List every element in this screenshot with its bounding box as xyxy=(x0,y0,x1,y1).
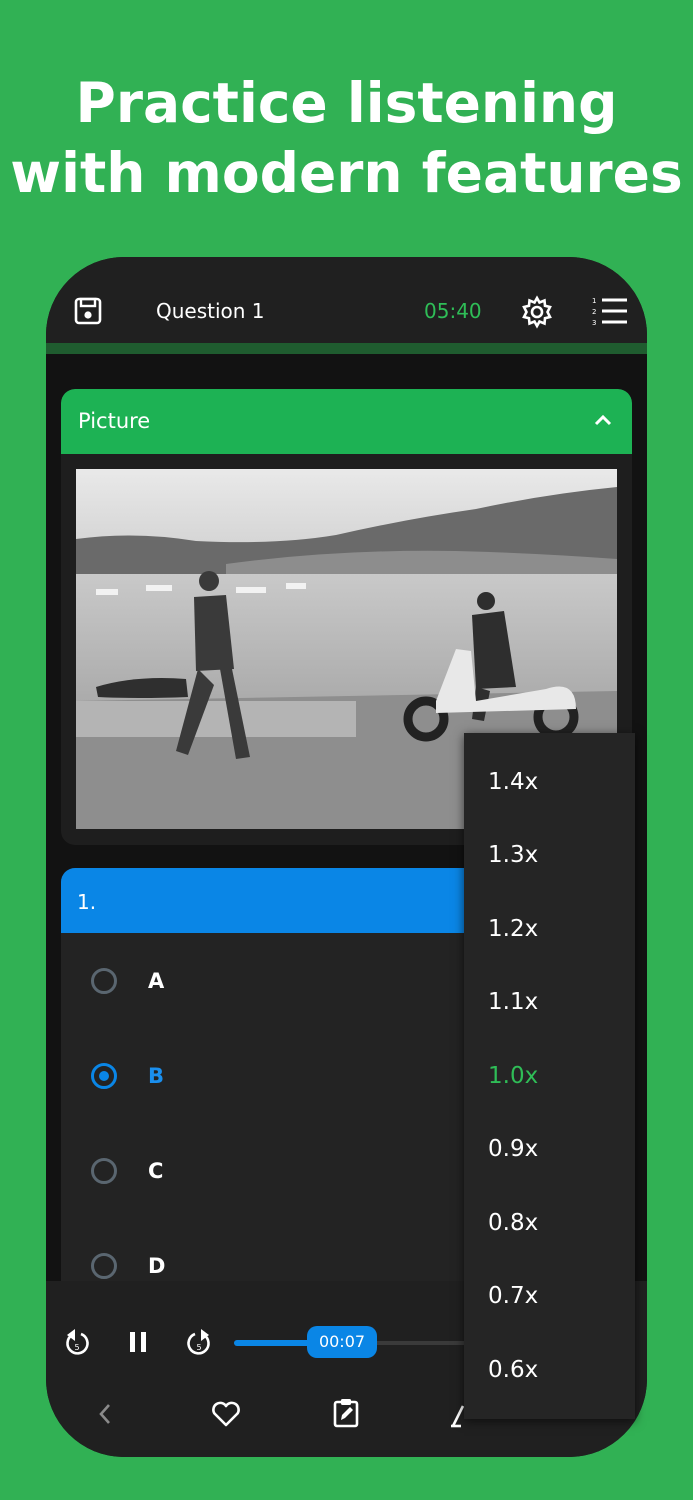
option-a[interactable]: A xyxy=(91,965,391,1005)
countdown-timer: 05:40 xyxy=(424,299,482,323)
svg-text:3: 3 xyxy=(592,319,596,327)
top-divider xyxy=(46,343,647,354)
question-title: Question 1 xyxy=(156,299,265,323)
numbered-list-icon[interactable]: 1 2 3 xyxy=(590,294,630,328)
forward-seconds-label: 5 xyxy=(196,1343,201,1352)
option-label: A xyxy=(148,969,165,993)
headline-line-2: with modern features xyxy=(10,141,683,205)
chevron-left-icon[interactable] xyxy=(90,1399,120,1429)
playback-speed-menu: 1.4x 1.3x 1.2x 1.1x 1.0x 0.9x 0.8x 0.7x … xyxy=(464,733,635,1419)
headline: Practice listening with modern features xyxy=(0,68,693,208)
save-icon[interactable] xyxy=(72,295,104,327)
speed-option-1-2x[interactable]: 1.2x xyxy=(488,916,538,942)
speed-option-0-8x[interactable]: 0.8x xyxy=(488,1210,538,1236)
top-bar: Question 1 05:40 1 2 3 xyxy=(46,257,647,354)
speed-option-1-4x[interactable]: 1.4x xyxy=(488,769,538,795)
replay-seconds-label: 5 xyxy=(74,1343,79,1352)
radio-icon[interactable] xyxy=(91,968,117,994)
gear-icon[interactable] xyxy=(519,294,555,330)
svg-text:1: 1 xyxy=(592,297,596,305)
picture-card-label: Picture xyxy=(78,409,151,433)
speed-option-0-7x[interactable]: 0.7x xyxy=(488,1283,538,1309)
option-label: B xyxy=(148,1064,165,1088)
speed-option-1-3x[interactable]: 1.3x xyxy=(488,842,538,868)
radio-icon[interactable] xyxy=(91,1158,117,1184)
svg-text:2: 2 xyxy=(592,308,596,316)
speed-option-0-9x[interactable]: 0.9x xyxy=(488,1136,538,1162)
option-label: D xyxy=(148,1254,166,1278)
option-b[interactable]: B xyxy=(91,1060,391,1100)
replay-5-icon[interactable]: 5 xyxy=(62,1327,92,1359)
current-time-badge[interactable]: 00:07 xyxy=(307,1326,377,1358)
picture-card-header[interactable]: Picture xyxy=(61,389,632,454)
forward-5-icon[interactable]: 5 xyxy=(184,1327,214,1359)
question-number: 1. xyxy=(77,890,97,914)
edit-clipboard-icon[interactable] xyxy=(331,1397,361,1429)
option-c[interactable]: C xyxy=(91,1155,391,1195)
option-label: C xyxy=(148,1159,164,1183)
pause-icon[interactable] xyxy=(124,1327,152,1357)
heart-icon[interactable] xyxy=(210,1399,242,1429)
radio-selected-icon[interactable] xyxy=(91,1063,117,1089)
speed-option-0-6x[interactable]: 0.6x xyxy=(488,1357,538,1383)
speed-option-1-0x[interactable]: 1.0x xyxy=(488,1063,538,1089)
speed-option-1-1x[interactable]: 1.1x xyxy=(488,989,538,1015)
chevron-up-icon[interactable] xyxy=(592,409,614,431)
radio-icon[interactable] xyxy=(91,1253,117,1279)
headline-line-1: Practice listening xyxy=(75,71,618,135)
